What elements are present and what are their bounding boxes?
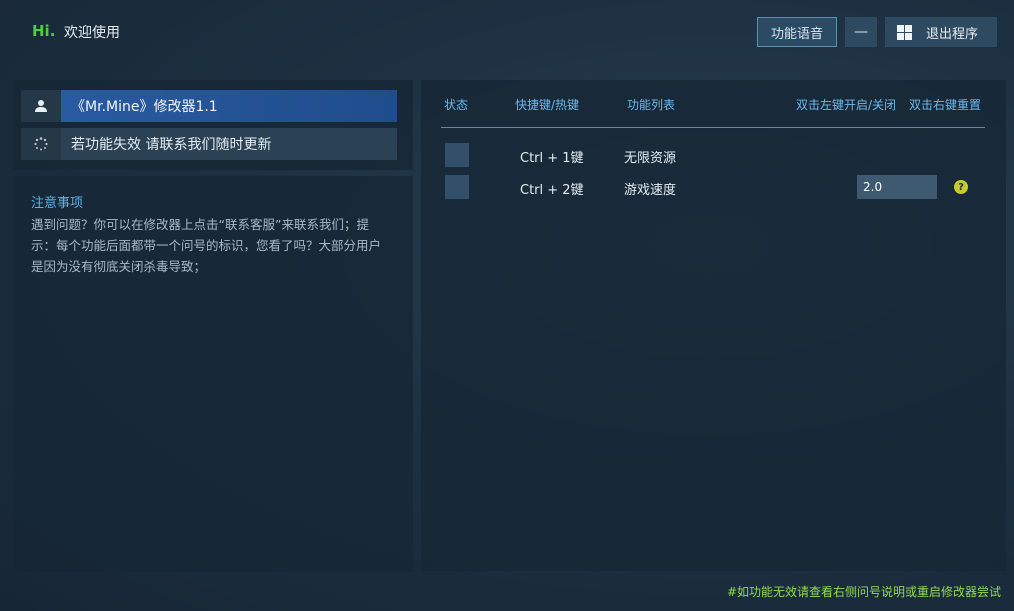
status-row: 若功能失效 请联系我们随时更新 [21, 128, 397, 160]
game-info-panel: 《Mr.Mine》修改器1.1 若功能失效 请联系我们随时更新 [13, 80, 413, 170]
minimize-button[interactable]: — [845, 17, 877, 47]
game-title-row[interactable]: 《Mr.Mine》修改器1.1 [21, 90, 397, 122]
header-function: 功能列表 [627, 98, 676, 112]
notice-body: 遇到问题？你可以在修改器上点击“联系客服”来联系我们；提示：每个功能后面都带一个… [31, 217, 382, 274]
status-checkbox[interactable] [445, 143, 469, 167]
function-name: 无限资源 [624, 151, 677, 166]
exit-button[interactable]: 退出程序 [885, 17, 997, 47]
user-icon [21, 90, 61, 122]
windows-icon [897, 24, 912, 40]
notice-panel: 注意事项 遇到问题？你可以在修改器上点击“联系客服”来联系我们；提示：每个功能后… [13, 176, 413, 572]
status-message: 若功能失效 请联系我们随时更新 [61, 128, 397, 160]
speed-input[interactable]: 2.0 [857, 175, 937, 199]
hi-logo: Hi. [32, 22, 56, 40]
header-status: 状态 [444, 98, 469, 112]
status-checkbox[interactable] [445, 175, 469, 199]
voice-button[interactable]: 功能语音 [757, 17, 837, 47]
title-bar: Hi. 欢迎使用 功能语音 — 退出程序 [0, 0, 1014, 66]
header-left-toggle: 双击左键开启/关闭 [796, 98, 897, 112]
footer-hint: #如功能无效请查看右侧问号说明或重启修改器尝试 [726, 585, 1001, 599]
function-table-panel: 状态 快捷键/热键 功能列表 双击左键开启/关闭 双击右键重置 Ctrl + 1… [421, 80, 1006, 571]
function-name: 游戏速度 [624, 183, 677, 198]
welcome-text: 欢迎使用 [64, 25, 120, 41]
hotkey-label: Ctrl + 1键 [520, 151, 584, 166]
header-right-reset: 双击右键重置 [909, 98, 982, 112]
header-divider [441, 127, 985, 128]
game-title: 《Mr.Mine》修改器1.1 [61, 90, 397, 122]
notice-title: 注意事项 [31, 196, 84, 211]
hotkey-label: Ctrl + 2键 [520, 183, 584, 198]
loading-icon [21, 128, 61, 160]
header-hotkey: 快捷键/热键 [515, 98, 580, 112]
help-icon[interactable]: ? [954, 180, 968, 194]
exit-button-label: 退出程序 [926, 26, 979, 42]
